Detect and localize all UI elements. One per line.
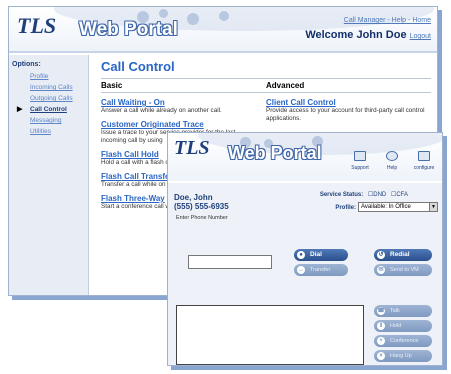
options-sidebar: Options: Profile Incoming Calls Outgoing… bbox=[9, 55, 89, 295]
sidebar-item-label: Utilities bbox=[30, 128, 51, 135]
voicemail-icon: ✉ bbox=[377, 266, 385, 274]
web-portal-brand: Web Portal bbox=[79, 19, 178, 40]
chevron-down-icon[interactable]: ▼ bbox=[429, 203, 437, 211]
header-dot bbox=[187, 13, 199, 25]
call-notes-area[interactable] bbox=[176, 305, 364, 365]
sidebar-title: Options: bbox=[12, 61, 41, 68]
toolbar-support-label[interactable]: Support bbox=[345, 165, 375, 171]
conference-label: Conference bbox=[390, 338, 419, 344]
header-dot bbox=[159, 9, 168, 18]
feature-description: Provide access to your account for third… bbox=[266, 107, 425, 122]
header-dot bbox=[219, 11, 229, 21]
dnd-checkbox[interactable]: ☐DND bbox=[368, 192, 386, 198]
portal-header: TLS Web Portal Call Manager - Help - Hom… bbox=[9, 7, 437, 53]
service-status-label: Service Status: bbox=[319, 192, 364, 198]
user-name: Doe, John bbox=[174, 193, 213, 202]
hang-up-button[interactable]: × Hang Up bbox=[374, 350, 432, 362]
link-home[interactable]: Home bbox=[412, 17, 431, 24]
profile-label: Profile: bbox=[335, 205, 356, 211]
transfer-button[interactable]: ↔ Transfer bbox=[294, 264, 348, 276]
toolbar-configure-label[interactable]: configure bbox=[409, 165, 439, 171]
user-phone: (555) 555-6935 bbox=[174, 202, 229, 211]
advanced-column-header: Advanced bbox=[266, 81, 305, 90]
sidebar-item-messaging[interactable]: Messaging bbox=[9, 115, 88, 126]
sidebar-item-label: Messaging bbox=[30, 117, 62, 124]
hold-button[interactable]: ‖ Hold bbox=[374, 320, 432, 332]
active-arrow-icon: ▶ bbox=[17, 106, 23, 113]
screenshot-stage: TLS Web Portal Call Manager - Help - Hom… bbox=[0, 0, 451, 374]
call-manager-header: TLS Web Portal Support Help configure bbox=[168, 133, 442, 181]
redial-button[interactable]: ↺ Redial bbox=[374, 249, 432, 261]
columns-header: Basic Advanced bbox=[101, 78, 431, 93]
sidebar-item-label: Outgoing Calls bbox=[30, 95, 73, 102]
redial-icon: ↺ bbox=[377, 251, 385, 259]
link-help[interactable]: Help bbox=[392, 17, 406, 24]
call-manager-window: TLS Web Portal Support Help configure Do… bbox=[167, 132, 443, 366]
sidebar-item-profile[interactable]: Profile bbox=[9, 71, 88, 82]
enter-phone-label: Enter Phone Number bbox=[176, 215, 228, 221]
cfa-checkbox[interactable]: ☐CFA bbox=[391, 192, 408, 198]
call-panel: Doe, John (555) 555-6935 Service Status:… bbox=[168, 183, 442, 365]
top-links: Call Manager - Help - Home bbox=[343, 17, 431, 24]
profile-select[interactable]: Available: In Office ▼ bbox=[358, 202, 438, 212]
toolbar-help-label[interactable]: Help bbox=[377, 165, 407, 171]
talk-label: Talk bbox=[390, 308, 400, 314]
tls-logo[interactable]: TLS bbox=[174, 137, 210, 160]
transfer-label: Transfer bbox=[310, 267, 331, 273]
cfa-label: CFA bbox=[396, 192, 408, 198]
sidebar-item-outgoing-calls[interactable]: Outgoing Calls bbox=[9, 93, 88, 104]
hang-up-icon: × bbox=[377, 352, 385, 360]
welcome-text: Welcome John Doe bbox=[305, 29, 407, 41]
profile-value: Available: In Office bbox=[361, 204, 411, 210]
redial-label: Redial bbox=[390, 251, 410, 258]
page-title: Call Control bbox=[101, 59, 175, 74]
sidebar-item-label: Call Control bbox=[30, 106, 67, 113]
talk-button[interactable]: ☎ Talk bbox=[374, 305, 432, 317]
advanced-features: Client Call Control Provide access to yo… bbox=[266, 93, 431, 123]
tls-logo[interactable]: TLS bbox=[17, 13, 56, 39]
dial-button[interactable]: ● Dial bbox=[294, 249, 348, 261]
send-to-vm-label: Send to VM bbox=[390, 267, 419, 273]
service-status: Service Status: ☐DND ☐CFA bbox=[320, 191, 408, 198]
feature-client-call-control-link[interactable]: Client Call Control bbox=[266, 98, 431, 107]
sidebar-item-call-control[interactable]: ▶ Call Control bbox=[9, 104, 88, 115]
phone-number-input[interactable] bbox=[188, 255, 272, 269]
hang-up-label: Hang Up bbox=[390, 353, 412, 359]
configure-icon[interactable] bbox=[418, 151, 430, 161]
web-portal-brand: Web Portal bbox=[228, 143, 322, 163]
talk-icon: ☎ bbox=[377, 307, 385, 315]
feature-description: Answer a call while already on another c… bbox=[101, 107, 222, 114]
welcome-message: Welcome John Doe Logout bbox=[305, 29, 431, 41]
send-to-vm-button[interactable]: ✉ Send to VM bbox=[374, 264, 432, 276]
dnd-label: DND bbox=[373, 192, 387, 198]
conference-button[interactable]: + Conference bbox=[374, 335, 432, 347]
basic-column-header: Basic bbox=[101, 81, 123, 90]
transfer-icon: ↔ bbox=[297, 266, 305, 274]
hold-icon: ‖ bbox=[377, 322, 385, 330]
support-icon[interactable] bbox=[354, 151, 366, 161]
conference-icon: + bbox=[377, 337, 385, 345]
logout-link[interactable]: Logout bbox=[410, 33, 431, 40]
dial-icon: ● bbox=[297, 251, 305, 259]
dial-label: Dial bbox=[310, 251, 322, 258]
link-call-manager[interactable]: Call Manager bbox=[344, 17, 386, 24]
help-icon[interactable] bbox=[386, 151, 398, 161]
sidebar-item-incoming-calls[interactable]: Incoming Calls bbox=[9, 82, 88, 93]
sidebar-item-label: Incoming Calls bbox=[30, 84, 73, 91]
hold-label: Hold bbox=[390, 323, 402, 329]
sidebar-item-utilities[interactable]: Utilities bbox=[9, 126, 88, 137]
sidebar-item-label: Profile bbox=[30, 73, 49, 80]
